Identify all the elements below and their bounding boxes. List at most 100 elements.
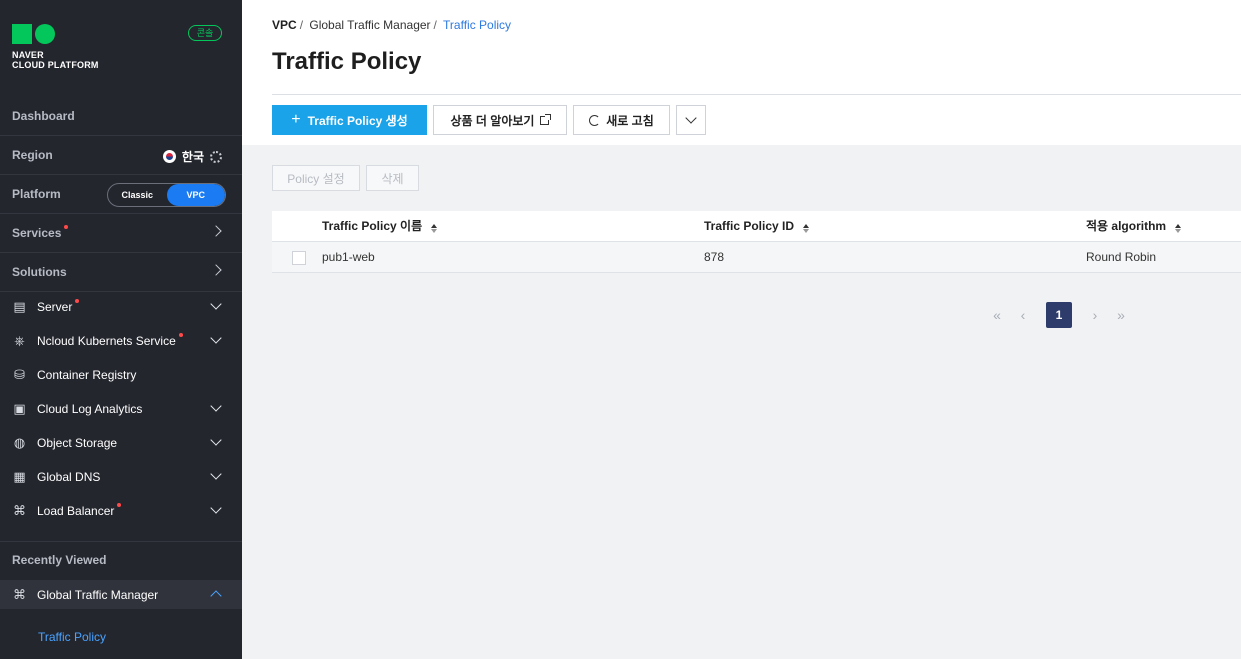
next-page-icon[interactable]: › <box>1082 302 1108 328</box>
logo-line-1: NAVER <box>12 50 44 60</box>
chevron-down-icon <box>210 468 222 480</box>
learn-more-button[interactable]: 상품 더 알아보기 <box>433 105 567 135</box>
gear-icon[interactable] <box>210 150 222 163</box>
sidebar-divider <box>0 541 242 542</box>
platform-classic-option[interactable]: Classic <box>108 184 167 206</box>
log-analytics-icon: ▣ <box>13 401 26 416</box>
breadcrumb-parent[interactable]: Global Traffic Manager <box>309 18 430 32</box>
platform-label: Platform <box>12 187 61 201</box>
column-header-id[interactable]: Traffic Policy ID <box>704 211 810 242</box>
page-number-current[interactable]: 1 <box>1046 302 1072 328</box>
delete-button[interactable]: 삭제 <box>366 165 419 191</box>
cell-policy-name: pub1-web <box>322 250 375 264</box>
external-link-icon <box>540 113 552 125</box>
new-dot <box>75 299 80 303</box>
region-label: Region <box>12 148 53 162</box>
table-header-row: Traffic Policy 이름 Traffic Policy ID 적용 a… <box>272 211 1241 242</box>
sidebar-item-label: Ncloud Kubernets Service <box>37 334 176 348</box>
console-badge[interactable]: 콘솔 <box>188 25 222 41</box>
chevron-down-icon <box>210 298 222 310</box>
breadcrumb-root[interactable]: VPC <box>272 18 297 32</box>
sidebar-item-kubernetes[interactable]: ⎈ Ncloud Kubernets Service <box>0 324 242 358</box>
sidebar-subitem-traffic-policy[interactable]: Traffic Policy <box>38 630 106 644</box>
cell-policy-id: 878 <box>704 250 725 264</box>
sidebar-item-global-traffic-manager[interactable]: ⌘ Global Traffic Manager <box>0 580 242 609</box>
table-row[interactable]: pub1-web 878 Round Robin <box>272 242 1241 273</box>
korea-flag-icon <box>162 150 176 163</box>
sidebar-item-label: Cloud Log Analytics <box>37 402 143 416</box>
learn-more-label: 상품 더 알아보기 <box>450 113 535 128</box>
region-selector[interactable]: 한국 <box>162 148 222 165</box>
sidebar-item-global-dns[interactable]: ▦ Global DNS <box>0 460 242 494</box>
chevron-right-icon <box>210 225 222 237</box>
column-header-algorithm[interactable]: 적용 algorithm <box>1086 211 1182 242</box>
breadcrumb-current: Traffic Policy <box>443 18 512 32</box>
sidebar-item-label: Global DNS <box>37 470 101 484</box>
chevron-down-icon <box>210 434 222 446</box>
sidebar-dashboard[interactable]: Dashboard <box>0 97 242 136</box>
services-label: Services <box>12 226 62 240</box>
chevron-down-icon <box>210 502 222 514</box>
logo-mark-icon <box>12 24 99 44</box>
refresh-button[interactable]: 새로 고침 <box>573 105 670 135</box>
region-value: 한국 <box>181 150 204 164</box>
refresh-icon <box>589 114 601 126</box>
title-divider <box>272 94 1241 95</box>
registry-icon: ⛁ <box>14 367 25 382</box>
kubernetes-icon: ⎈ <box>14 333 25 348</box>
load-balancer-icon: ⌘ <box>13 503 26 518</box>
prev-page-icon[interactable]: ‹ <box>1010 302 1036 328</box>
sidebar-item-load-balancer[interactable]: ⌘ Load Balancer <box>0 494 242 528</box>
sidebar-region: Region 한국 <box>0 136 242 175</box>
policy-settings-button[interactable]: Policy 설정 <box>272 165 360 191</box>
new-dot <box>178 333 183 337</box>
more-dropdown-button[interactable] <box>676 105 706 135</box>
refresh-label: 새로 고침 <box>606 113 654 128</box>
sidebar-item-label: Global Traffic Manager <box>37 587 159 602</box>
traffic-manager-icon: ⌘ <box>13 586 26 602</box>
pagination: « ‹ 1 › » <box>984 302 1134 328</box>
sidebar-item-label: Container Registry <box>37 368 137 382</box>
recently-viewed-heading: Recently Viewed <box>12 553 107 567</box>
column-header-name[interactable]: Traffic Policy 이름 <box>322 211 438 242</box>
row-checkbox[interactable] <box>292 251 306 265</box>
sidebar-item-cloud-log-analytics[interactable]: ▣ Cloud Log Analytics <box>0 392 242 426</box>
sidebar-item-object-storage[interactable]: ◍ Object Storage <box>0 426 242 460</box>
last-page-icon[interactable]: » <box>1108 302 1134 328</box>
platform-vpc-option[interactable]: VPC <box>166 184 225 206</box>
main-content: VPC / Global Traffic Manager / Traffic Pol… <box>242 0 1241 659</box>
platform-toggle[interactable]: Classic VPC <box>107 183 226 207</box>
cell-algorithm: Round Robin <box>1086 250 1157 264</box>
first-page-icon[interactable]: « <box>984 302 1010 328</box>
sidebar-item-server[interactable]: ▤ Server <box>0 290 242 324</box>
dashboard-label: Dashboard <box>12 109 75 123</box>
logo-line-2: CLOUD PLATFORM <box>12 60 99 70</box>
server-icon: ▤ <box>13 299 26 314</box>
dns-icon: ▦ <box>13 469 26 484</box>
chevron-down-icon <box>210 400 222 412</box>
storage-icon: ◍ <box>13 435 26 450</box>
sidebar-item-label: Server <box>37 300 73 314</box>
sidebar-platform: Platform Classic VPC <box>0 175 242 214</box>
sidebar-item-label: Load Balancer <box>37 504 115 518</box>
new-dot <box>117 503 122 507</box>
solutions-label: Solutions <box>12 265 67 279</box>
create-traffic-policy-button[interactable]: + Traffic Policy 생성 <box>272 105 427 135</box>
new-dot <box>64 225 69 229</box>
content-area: Policy 설정 삭제 Traffic Policy 이름 Traffic P… <box>242 145 1241 659</box>
sidebar-item-label: Object Storage <box>37 436 118 450</box>
chevron-up-icon <box>210 590 222 602</box>
plus-icon: + <box>291 111 301 128</box>
sidebar: NAVER CLOUD PLATFORM 콘솔 Dashboard Region… <box>0 0 242 659</box>
chevron-down-icon <box>210 332 222 344</box>
page-title: Traffic Policy <box>272 48 422 75</box>
create-button-label: Traffic Policy 생성 <box>307 113 408 128</box>
sidebar-solutions[interactable]: Solutions <box>0 253 242 292</box>
naver-cloud-logo[interactable]: NAVER CLOUD PLATFORM <box>12 24 99 70</box>
traffic-policy-table: Traffic Policy 이름 Traffic Policy ID 적용 a… <box>272 211 1241 273</box>
breadcrumb: VPC / Global Traffic Manager / Traffic Pol… <box>272 18 512 32</box>
chevron-right-icon <box>210 264 222 276</box>
sidebar-item-container-registry[interactable]: ⛁ Container Registry <box>0 358 242 392</box>
sidebar-services[interactable]: Services <box>0 214 242 253</box>
chevron-down-icon <box>685 112 697 124</box>
